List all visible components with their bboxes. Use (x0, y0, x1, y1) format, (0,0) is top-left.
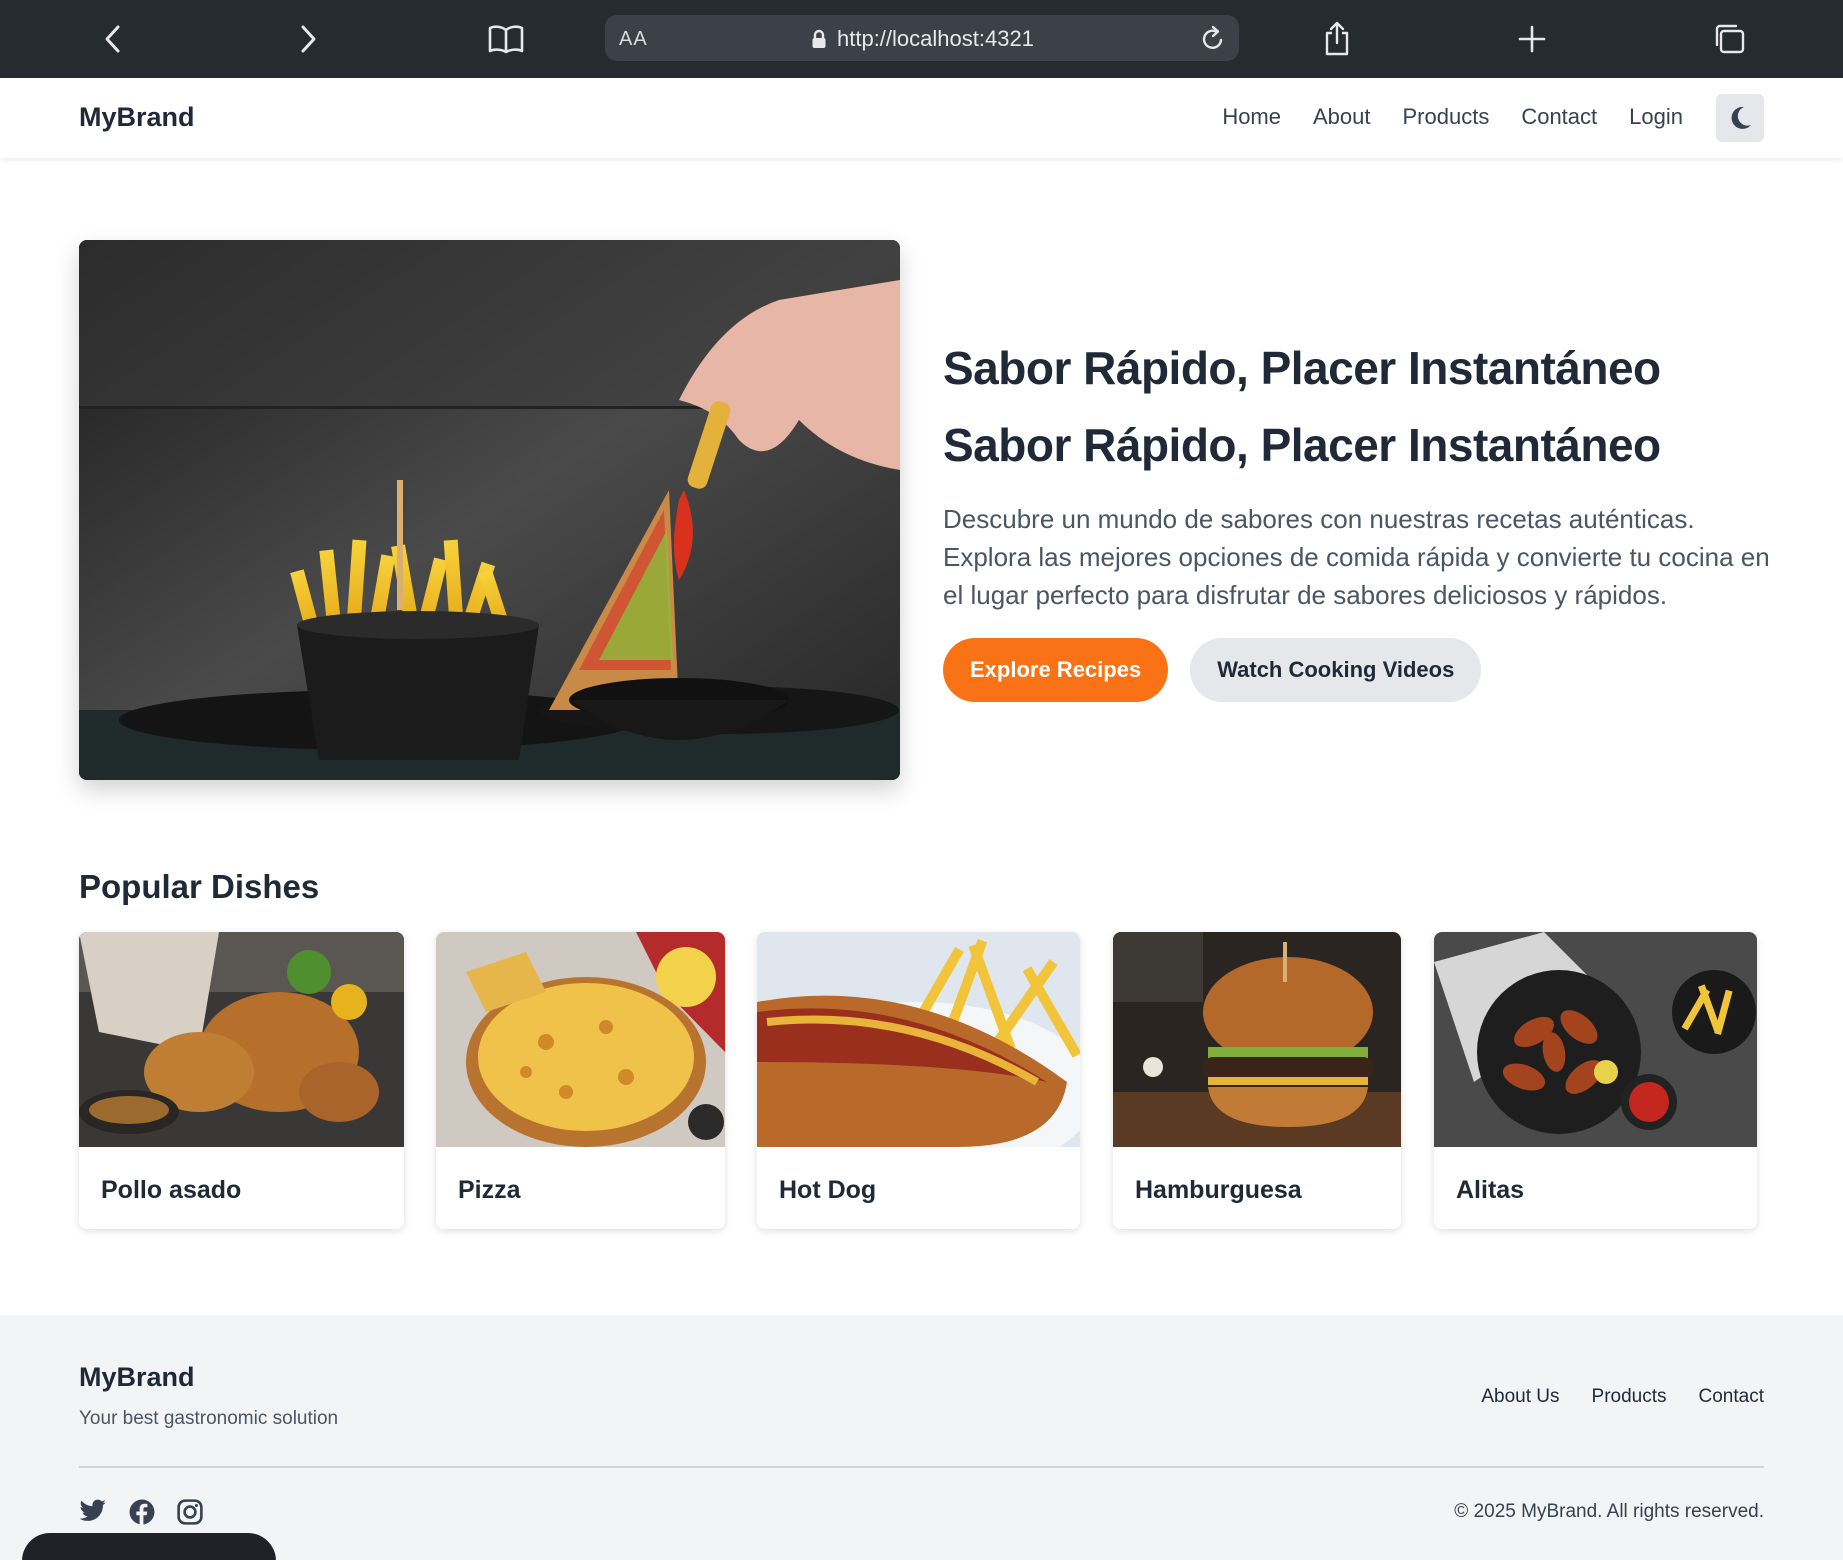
nav-link-contact[interactable]: Contact (1521, 104, 1597, 130)
forward-button[interactable] (285, 16, 331, 62)
facebook-icon[interactable] (129, 1499, 155, 1525)
footer-link-contact[interactable]: Contact (1699, 1386, 1764, 1408)
footer-links: About Us Products Contact (1481, 1386, 1764, 1408)
footer-link-about[interactable]: About Us (1481, 1386, 1559, 1408)
dish-image (1434, 932, 1757, 1147)
hero-image (79, 240, 900, 780)
theme-toggle-button[interactable] (1716, 94, 1764, 142)
nav-link-home[interactable]: Home (1222, 104, 1281, 130)
book-icon (488, 25, 524, 54)
text-size-button[interactable]: AA (619, 28, 648, 51)
dish-card-pollo-asado[interactable]: Pollo asado (79, 932, 404, 1229)
popular-dishes-title: Popular Dishes (79, 868, 320, 905)
site-header: MyBrand Home About Products Contact Logi… (0, 78, 1843, 158)
chevron-left-icon (105, 25, 120, 53)
dish-image (1113, 932, 1401, 1147)
twitter-icon[interactable] (79, 1499, 107, 1523)
explore-recipes-button[interactable]: Explore Recipes (943, 638, 1169, 702)
footer-link-products[interactable]: Products (1592, 1386, 1667, 1408)
nav-links: Home About Products Contact Login (1222, 104, 1683, 130)
dish-card-pizza[interactable]: Pizza (436, 932, 725, 1229)
moon-icon (1731, 106, 1751, 129)
plus-icon (1518, 25, 1546, 53)
hero-description: Descubre un mundo de sabores con nuestra… (943, 504, 1770, 610)
nav-link-login[interactable]: Login (1629, 104, 1683, 130)
dish-name: Alitas (1456, 1176, 1525, 1204)
hero-title-line-2: Sabor Rápido, Placer Instantáneo (943, 419, 1661, 471)
new-tab-button[interactable] (1509, 16, 1555, 62)
dish-card-alitas[interactable]: Alitas (1434, 932, 1757, 1229)
brand-logo[interactable]: MyBrand (79, 102, 195, 133)
watch-videos-button[interactable]: Watch Cooking Videos (1190, 638, 1482, 702)
dish-name: Hamburguesa (1135, 1176, 1302, 1204)
site-footer: MyBrand Your best gastronomic solution A… (0, 1315, 1843, 1560)
back-button[interactable] (90, 16, 136, 62)
hero-title-line-1: Sabor Rápido, Placer Instantáneo (943, 342, 1661, 394)
tabs-button[interactable] (1707, 16, 1753, 62)
instagram-icon[interactable] (177, 1499, 203, 1525)
nav-link-about[interactable]: About (1313, 104, 1371, 130)
dish-name: Pollo asado (101, 1176, 242, 1204)
footer-brand[interactable]: MyBrand (79, 1362, 195, 1393)
dish-image (436, 932, 725, 1147)
chevron-right-icon (301, 25, 316, 53)
dish-card-hamburguesa[interactable]: Hamburguesa (1113, 932, 1401, 1229)
share-button[interactable] (1314, 16, 1360, 62)
reload-icon[interactable] (1199, 25, 1227, 53)
share-icon (1325, 21, 1349, 56)
footer-divider (79, 1466, 1764, 1468)
hero-content: Sabor Rápido, Placer Instantáneo Sabor R… (943, 330, 1773, 702)
url-text: http://localhost:4321 (837, 26, 1034, 51)
nav-link-products[interactable]: Products (1403, 104, 1490, 130)
lock-icon (812, 29, 826, 48)
floating-toolbar[interactable] (22, 1533, 276, 1560)
social-links (79, 1499, 203, 1525)
browser-toolbar: AA http://localhost:4321 (0, 0, 1843, 78)
address-bar[interactable]: AA http://localhost:4321 (605, 15, 1239, 61)
dish-image (757, 932, 1080, 1147)
dish-name: Pizza (458, 1176, 521, 1204)
dish-card-hot-dog[interactable]: Hot Dog (757, 932, 1080, 1229)
tabs-icon (1715, 24, 1745, 54)
dish-name: Hot Dog (779, 1176, 877, 1204)
hero-actions: Explore Recipes Watch Cooking Videos (943, 638, 1773, 702)
reader-button[interactable] (483, 16, 529, 62)
footer-tagline: Your best gastronomic solution (79, 1408, 339, 1429)
copyright-text: © 2025 MyBrand. All rights reserved. (1454, 1501, 1764, 1522)
dish-image (79, 932, 404, 1147)
